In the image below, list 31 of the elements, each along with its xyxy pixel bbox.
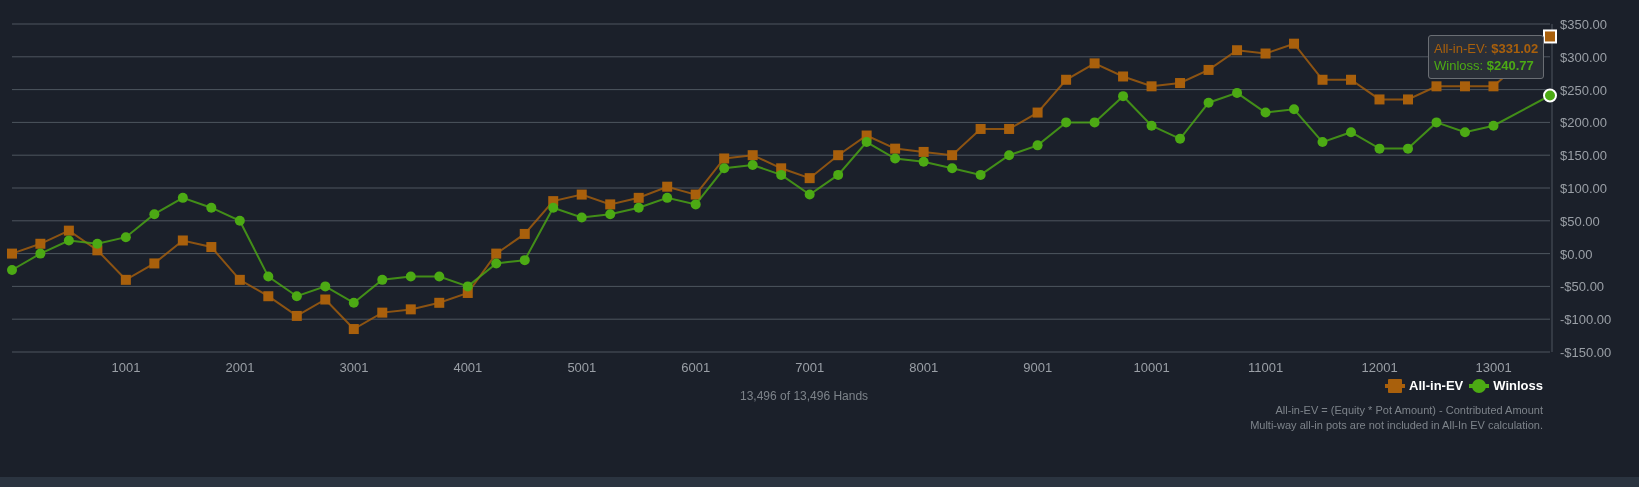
axis-label: $150.00 [1560, 148, 1607, 164]
axis-label: 11001 [1248, 360, 1284, 375]
axis-label: $350.00 [1560, 17, 1607, 32]
axis-label: -$100.00 [1560, 312, 1612, 328]
axis-label: 1001 [111, 360, 141, 375]
axis-label: $300.00 [1560, 49, 1607, 65]
tooltip-text: Winloss: $240.77 [1434, 58, 1535, 73]
hands-count: 13,496 of 13,496 Hands [740, 389, 869, 403]
axis-label: $200.00 [1560, 115, 1607, 131]
axis-label: 3001 [339, 360, 369, 375]
legend-label[interactable]: All-in-EV [1409, 378, 1464, 393]
axis-label: $50.00 [1560, 213, 1600, 229]
axis-label: $250.00 [1560, 82, 1607, 98]
axis-label: 5001 [567, 360, 597, 375]
axis-label: 6001 [681, 360, 711, 375]
axis-label: 13001 [1475, 360, 1512, 375]
footnote: Multi-way all-in pots are not included in All-In EV calculation. [1250, 418, 1543, 433]
axis-label: 12001 [1361, 360, 1398, 375]
axis-label: 4001 [453, 360, 483, 375]
axis-label: 9001 [1023, 360, 1053, 375]
legend-label[interactable]: Winloss [1493, 378, 1543, 393]
axis-label: $0.00 [1560, 246, 1593, 262]
axis-label: 10001 [1133, 360, 1170, 375]
tooltip-text: All-in-EV: $331.02 [1434, 41, 1539, 56]
axis-label: -$150.00 [1560, 345, 1612, 360]
axis-label: 2001 [225, 360, 255, 375]
axis-label: -$50.00 [1560, 279, 1605, 295]
axis-label: 8001 [909, 360, 939, 375]
footnote: All-in-EV = (Equity * Pot Amount) - Contributed Amount [1275, 403, 1543, 418]
axis-label: 7001 [795, 360, 825, 375]
axis-label: $100.00 [1560, 181, 1607, 196]
